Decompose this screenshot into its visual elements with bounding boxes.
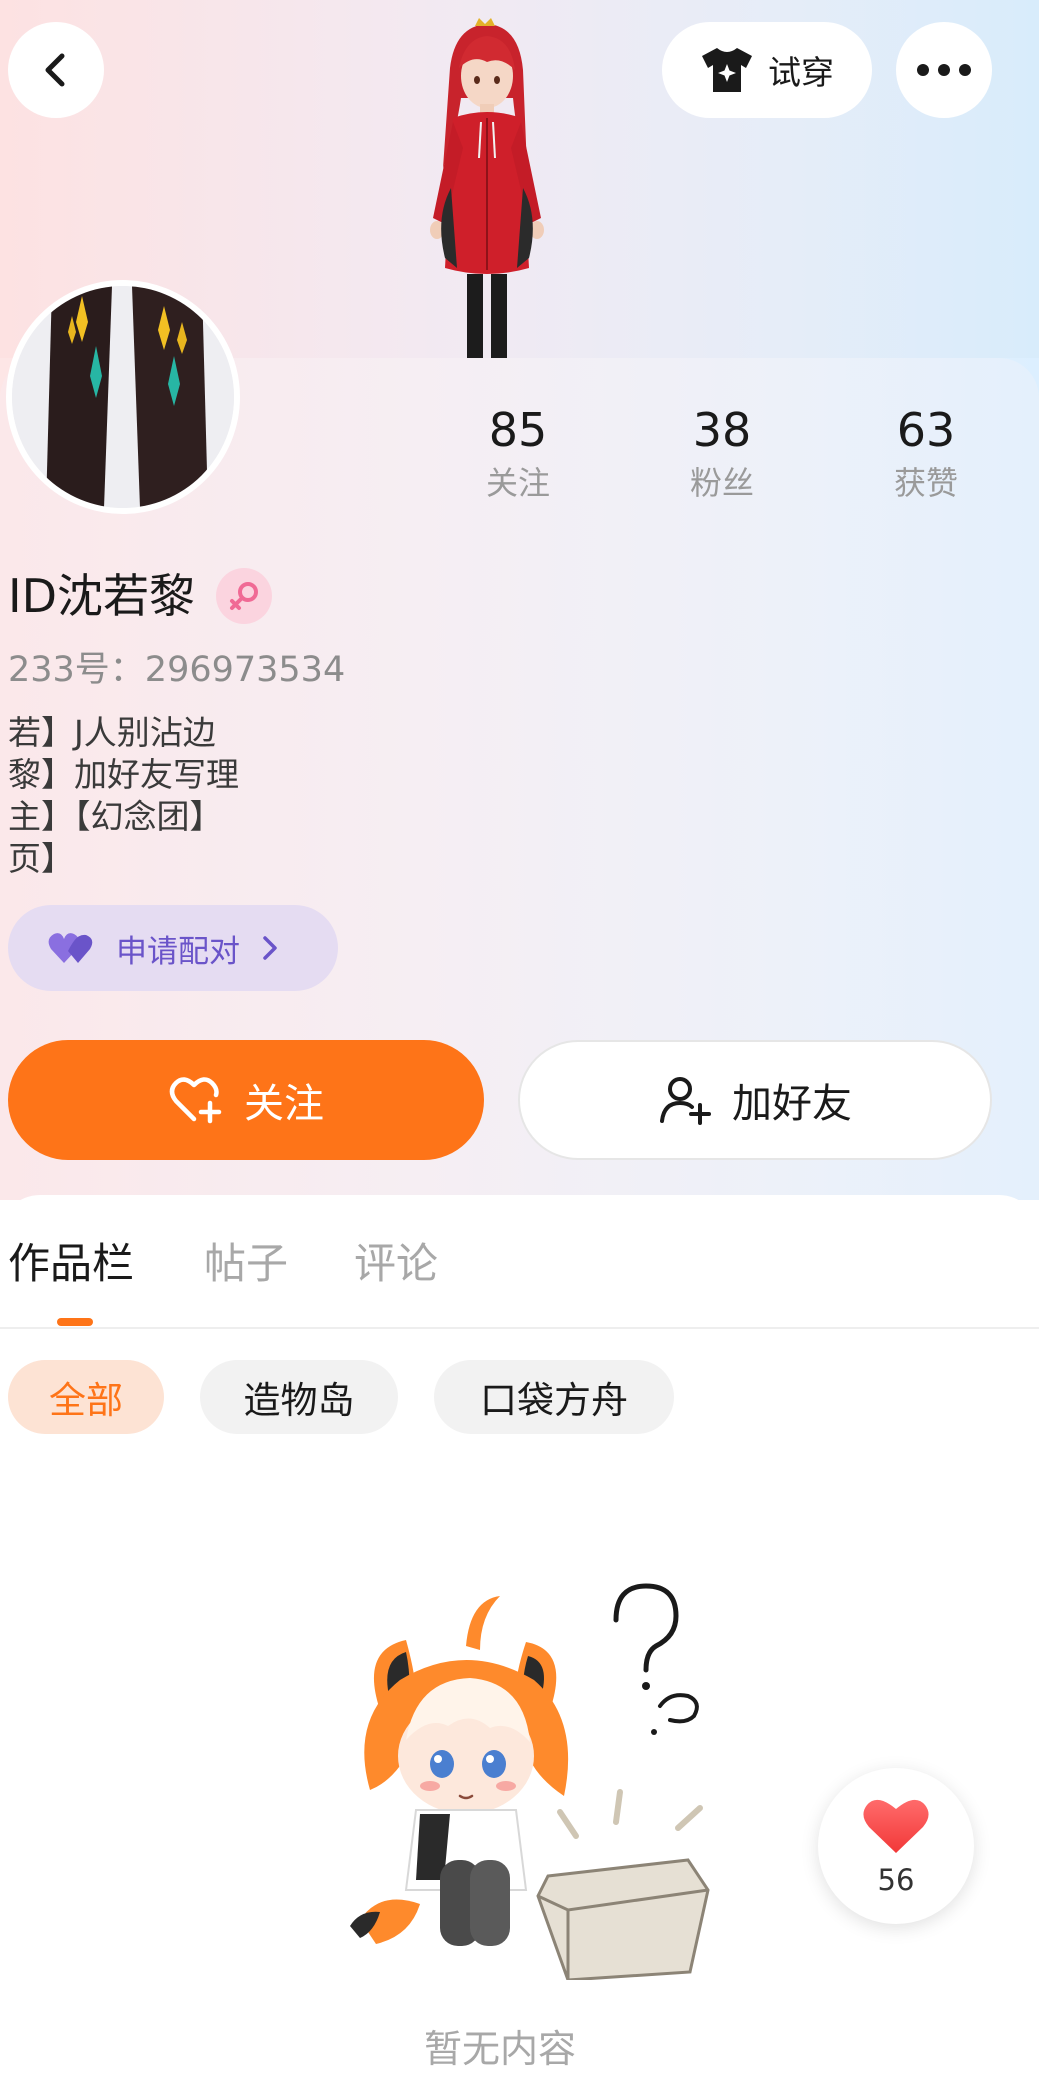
heart-icon: [863, 1799, 929, 1853]
tab-comments[interactable]: 评论: [354, 1236, 438, 1292]
avatar-image: [12, 286, 234, 508]
apply-pair-button[interactable]: 申请配对: [8, 905, 338, 991]
chevron-right-icon: [263, 936, 277, 960]
tab-posts[interactable]: 帖子: [204, 1236, 288, 1292]
apply-pair-label: 申请配对: [116, 933, 240, 970]
stat-fans-value: 38: [692, 403, 752, 457]
filter-chip-island[interactable]: 造物岛: [200, 1360, 398, 1434]
add-user-icon: [660, 1077, 711, 1125]
more-dots-icon: [917, 64, 971, 76]
avatar-3d-figure[interactable]: [395, 18, 575, 358]
double-heart-icon: [48, 933, 93, 963]
heart-plus-icon: [169, 1077, 222, 1124]
filter-chip-all[interactable]: 全部: [8, 1360, 164, 1434]
stat-fans-label: 粉丝: [689, 464, 754, 502]
user-avatar[interactable]: [6, 280, 240, 514]
user-bio: 若】J人别沾边 黎】加好友写理 主】【幻念团】 页】: [8, 712, 239, 880]
tab-divider: [0, 1327, 1039, 1329]
bio-line: 页】: [8, 839, 74, 878]
try-on-button[interactable]: 试穿: [662, 22, 872, 118]
empty-state-text: 暂无内容: [423, 2027, 576, 2071]
stat-likes-label: 获赞: [893, 464, 958, 502]
stat-following-label: 关注: [485, 464, 550, 502]
back-button[interactable]: [8, 22, 104, 118]
chevron-left-icon: [45, 53, 65, 87]
bio-line: 主】【幻念团】: [8, 797, 223, 836]
try-on-label: 试穿: [768, 53, 834, 92]
stat-fans[interactable]: 38 粉丝: [642, 400, 802, 506]
add-friend-button[interactable]: 加好友: [518, 1040, 992, 1160]
stat-likes-value: 63: [896, 403, 956, 457]
username: ID沈若黎: [8, 569, 195, 623]
follow-label: 关注: [244, 1081, 324, 1127]
female-icon: [230, 582, 258, 610]
active-tab-indicator: [57, 1318, 93, 1326]
filter-chip-ark[interactable]: 口袋方舟: [434, 1360, 674, 1434]
add-friend-label: 加好友: [732, 1081, 852, 1127]
stat-likes[interactable]: 63 获赞: [846, 400, 1006, 506]
more-button[interactable]: [896, 22, 992, 118]
tshirt-sparkle-icon: [702, 48, 752, 92]
bio-line: 若】J人别沾边: [8, 713, 216, 752]
follow-button[interactable]: 关注: [8, 1040, 484, 1160]
bio-line: 黎】加好友写理: [8, 755, 239, 794]
stat-following-value: 85: [488, 403, 548, 457]
tab-works[interactable]: 作品栏: [8, 1236, 134, 1292]
empty-state-illustration: [350, 1583, 710, 1980]
stat-following[interactable]: 85 关注: [438, 400, 598, 506]
floating-like-button[interactable]: 56: [818, 1768, 974, 1924]
gender-badge: [216, 568, 272, 624]
like-count: 56: [877, 1863, 915, 1897]
user-id: 233号：296973534: [8, 650, 346, 690]
